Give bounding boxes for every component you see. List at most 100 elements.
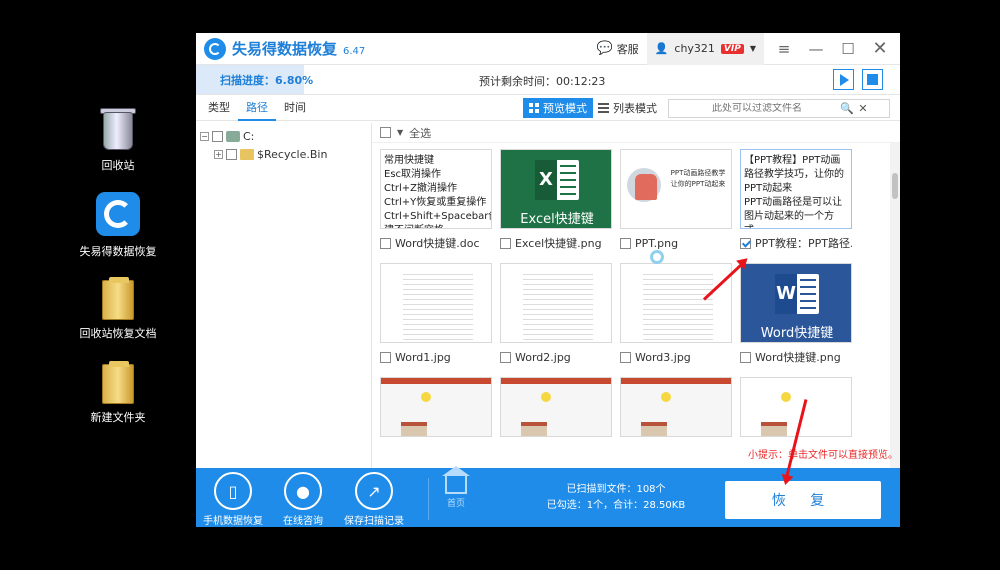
app-logo-icon [204,37,226,60]
resume-button[interactable] [833,69,854,90]
tab-type[interactable]: 类型 [200,95,238,121]
file-checkbox[interactable] [740,351,751,363]
collapse-icon[interactable]: − [200,131,209,141]
file-thumbnail[interactable]: 【PPT教程】PPT动画路径教学技巧，让你的PPT动起来 PPT动画路径是可以让… [740,149,852,229]
list-icon [598,103,609,113]
file-thumbnail[interactable] [620,263,732,343]
word-preview: W Word快捷键 [741,264,851,342]
caret-down-icon[interactable]: ▼ [397,128,403,137]
desktop-icon-recycle-bin[interactable]: 回收站 [78,106,158,173]
file-thumbnail[interactable]: 常用快捷键 Esc取消操作 Ctrl+Z撤消操作 Ctrl+Y恢复或重复操作 C… [380,149,492,229]
file-checkbox-checked[interactable] [740,237,751,249]
online-consult-button[interactable]: ● 在线咨询 [268,472,338,527]
preview-mode-button[interactable]: 预览模式 [523,98,593,118]
close-button[interactable]: ✕ [868,38,892,59]
file-name: PPT教程：PPT路径... [755,237,852,250]
file-card[interactable]: X Excel快捷键 Excel快捷键.png [500,149,612,253]
tab-time[interactable]: 时间 [276,95,314,121]
file-card[interactable] [500,377,612,437]
selected-summary: 已勾选：1个，合计：28.50KB [546,500,686,511]
desktop-icon-folder-1[interactable]: 回收站恢复文档 [78,274,158,341]
file-checkbox[interactable] [500,237,511,249]
scan-progress-bar: 扫描进度：6.80% 预计剩余时间：00:12:23 [196,65,900,95]
file-thumbnail[interactable] [740,377,852,437]
file-card[interactable]: W Word快捷键 Word快捷键.png [740,263,852,367]
user-menu[interactable]: 👤 chy321 VIP ▼ [646,32,764,65]
file-thumbnail[interactable]: W Word快捷键 [740,263,852,343]
file-thumbnail[interactable] [620,377,732,437]
stop-button[interactable] [862,69,883,90]
list-mode-button[interactable]: 列表模式 [592,98,663,118]
document-lines [523,270,593,340]
file-checkbox[interactable] [620,237,631,249]
file-card[interactable]: PPT动画路径教学 让你的PPT动起来 PPT.png [620,149,732,253]
app-title: 失易得数据恢复 [232,40,338,58]
restore-button[interactable]: 恢 复 [725,481,881,519]
service-label: 客服 [616,42,639,56]
file-name: Excel快捷键.png [515,237,602,250]
file-thumbnail[interactable] [500,377,612,437]
app-version: 6.47 [343,46,366,57]
phone-icon: ▯ [214,472,252,510]
phone-recovery-label: 手机数据恢复 [203,516,263,527]
tree-item-recycle-bin[interactable]: + $Recycle.Bin [200,145,367,163]
save-scan-button[interactable]: ↗ 保存扫描记录 [339,472,409,527]
file-name: Word2.jpg [515,350,571,364]
file-checkbox[interactable] [620,351,631,363]
file-checkbox[interactable] [380,237,391,249]
drive-icon [226,130,240,142]
file-thumbnail[interactable]: PPT动画路径教学 让你的PPT动起来 [620,149,732,229]
clear-icon[interactable]: ✕ [855,102,871,115]
file-thumbnail[interactable]: X Excel快捷键 [500,149,612,229]
file-name: Word3.jpg [635,350,691,364]
vertical-scrollbar[interactable] [890,143,900,468]
desktop-icon-app[interactable]: 失易得数据恢复 [78,192,158,259]
tree-checkbox[interactable] [226,148,237,160]
file-grid-panel: ▼ 全选 常用快捷键 Esc取消操作 Ctrl+Z撤消操作 Ctrl+Y恢复或重… [372,123,900,468]
file-card[interactable]: Word3.jpg [620,263,732,367]
desktop-icon-label: 回收站 [101,159,135,172]
slide-preview [381,378,491,436]
file-thumbnail[interactable] [500,263,612,343]
file-card[interactable] [380,377,492,437]
select-all-checkbox[interactable] [380,127,391,138]
progress-label: 扫描进度：6.80% [220,73,314,87]
folder-icon [96,274,140,322]
file-checkbox[interactable] [500,351,511,363]
tab-path[interactable]: 路径 [238,95,276,121]
minimize-button[interactable]: — [804,40,828,58]
tree-item-drive-c[interactable]: − C: [200,127,367,145]
search-icon[interactable]: 🔍 [839,102,855,115]
file-thumbnail[interactable] [380,263,492,343]
hint-text: 小提示：单击文件可以直接预览。 [748,450,898,461]
tabs-row: 类型 路径 时间 预览模式 列表模式 🔍 ✕ [196,95,900,121]
service-button[interactable]: 💬 客服 [597,41,639,57]
file-name: Word1.jpg [395,350,451,364]
app-logo-icon [96,192,140,240]
tree-checkbox[interactable] [212,130,223,142]
file-card[interactable]: Word1.jpg [380,263,492,367]
file-card[interactable] [620,377,732,437]
desktop-icon-folder-2[interactable]: 新建文件夹 [78,358,158,425]
word-preview-text: Word快捷键 [760,326,834,341]
file-card-selected[interactable]: 【PPT教程】PPT动画路径教学技巧，让你的PPT动起来 PPT动画路径是可以让… [740,149,852,253]
list-mode-label: 列表模式 [613,102,657,115]
folder-icon [96,358,140,406]
maximize-button[interactable]: ☐ [836,40,860,58]
file-card[interactable]: Word2.jpg [500,263,612,367]
menu-button[interactable]: ≡ [772,40,796,58]
scroll-thumb[interactable] [892,173,898,199]
home-button[interactable]: 首页 [440,466,472,509]
filter-input[interactable] [669,103,839,114]
expand-icon[interactable]: + [214,149,223,159]
phone-recovery-button[interactable]: ▯ 手机数据恢复 [198,472,268,527]
slide-preview [501,378,611,436]
excel-icon: X [535,160,579,200]
file-card[interactable] [740,377,852,437]
file-thumbnail[interactable] [380,377,492,437]
file-card[interactable]: 常用快捷键 Esc取消操作 Ctrl+Z撤消操作 Ctrl+Y恢复或重复操作 C… [380,149,492,253]
home-icon [442,466,470,494]
username: chy321 [674,42,715,55]
tree-item-label: C: [243,129,255,143]
file-checkbox[interactable] [380,351,391,363]
